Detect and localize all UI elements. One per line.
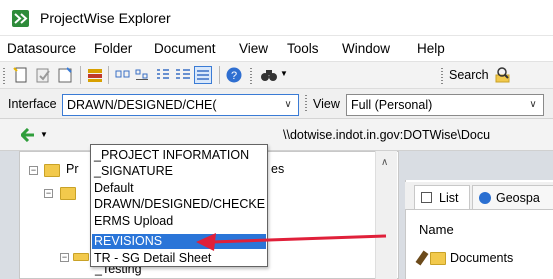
toolbar-separator xyxy=(219,66,220,84)
large-icons-icon[interactable] xyxy=(114,66,132,84)
interface-select-value: DRAWN/DESIGNED/CHE( xyxy=(67,98,217,112)
svg-text:?: ? xyxy=(231,70,237,82)
interface-dropdown-list: _PROJECT INFORMATION _SIGNATURE Default … xyxy=(90,144,268,267)
tree-expander[interactable]: − xyxy=(44,189,53,198)
help-icon[interactable]: ? xyxy=(225,66,243,84)
details-view-icon[interactable] xyxy=(194,66,212,84)
dropdown-option-selected[interactable]: REVISIONS xyxy=(92,234,266,250)
scroll-up-icon[interactable]: ∧ xyxy=(381,157,388,168)
folder-icon xyxy=(430,252,446,265)
back-arrow-icon[interactable] xyxy=(19,127,35,143)
toolbar-grip[interactable] xyxy=(441,68,443,86)
datasource-icon xyxy=(44,164,60,177)
main-toolbar: ? ▼ Search xyxy=(0,62,553,89)
search-label[interactable]: Search xyxy=(449,68,489,82)
globe-icon xyxy=(479,192,491,204)
list-icon xyxy=(421,192,432,203)
tiles-view-icon[interactable] xyxy=(174,66,192,84)
chevron-down-icon[interactable]: ∨ xyxy=(280,97,296,113)
menu-datasource[interactable]: Datasource xyxy=(7,41,76,56)
menu-tools[interactable]: Tools xyxy=(287,41,319,56)
tab-list-label: List xyxy=(439,191,459,205)
dropdown-option[interactable]: _SIGNATURE xyxy=(92,164,266,179)
new-document-icon[interactable] xyxy=(12,66,30,84)
tree-expander[interactable]: − xyxy=(60,253,69,262)
menu-help[interactable]: Help xyxy=(417,41,445,56)
search-folder-icon[interactable] xyxy=(494,66,512,84)
toolbar-grip[interactable] xyxy=(3,68,5,86)
tab-geospatial[interactable]: Geospa xyxy=(472,185,553,209)
view-select-value: Full (Personal) xyxy=(351,98,433,112)
view-tabs: List Geospa xyxy=(405,182,553,210)
list-view-icon[interactable] xyxy=(154,66,172,84)
chevron-down-icon[interactable]: ∨ xyxy=(525,97,541,113)
interface-label: Interface xyxy=(8,97,57,111)
interface-select[interactable]: DRAWN/DESIGNED/CHE( ∨ xyxy=(62,94,299,116)
check-in-icon[interactable] xyxy=(34,66,52,84)
toolbar-grip[interactable] xyxy=(250,68,252,86)
tab-geospatial-label: Geospa xyxy=(496,191,540,205)
tab-list[interactable]: List xyxy=(414,185,470,209)
dropdown-option[interactable]: Default xyxy=(92,181,266,196)
projectwise-logo-icon xyxy=(12,10,29,27)
menu-window[interactable]: Window xyxy=(342,41,390,56)
menu-bar: Datasource Folder Document View Tools Wi… xyxy=(0,36,553,62)
menu-folder[interactable]: Folder xyxy=(94,41,132,56)
document-row-label[interactable]: Documents xyxy=(450,251,513,265)
view-label: View xyxy=(313,97,340,111)
tree-root-label[interactable]: Pr xyxy=(66,162,79,176)
interface-toolbar: Interface DRAWN/DESIGNED/CHE( ∨ View Ful… xyxy=(0,89,553,119)
menu-document[interactable]: Document xyxy=(154,41,216,56)
toolbar-grip[interactable] xyxy=(305,95,307,113)
tree-scrollbar[interactable]: ∧ xyxy=(375,151,397,279)
chevron-down-icon[interactable]: ▼ xyxy=(40,130,48,139)
toolbar-separator xyxy=(80,66,81,84)
chevron-down-icon[interactable]: ▼ xyxy=(280,69,288,78)
title-bar: ProjectWise Explorer xyxy=(0,0,553,36)
column-header-name[interactable]: Name xyxy=(419,222,454,237)
tree-item-label[interactable]: es xyxy=(271,162,284,176)
stacked-docs-icon[interactable] xyxy=(86,66,104,84)
menu-view[interactable]: View xyxy=(239,41,268,56)
dropdown-option[interactable]: TR - SG Detail Sheet xyxy=(92,251,266,266)
folder-icon xyxy=(73,253,89,261)
dropdown-option[interactable]: ERMS Upload xyxy=(92,214,266,229)
dropdown-option[interactable]: _PROJECT INFORMATION xyxy=(92,148,266,163)
view-select[interactable]: Full (Personal) ∨ xyxy=(346,94,544,116)
dropdown-option[interactable]: DRAWN/DESIGNED/CHECKEI xyxy=(92,197,266,212)
folder-icon xyxy=(60,187,76,200)
window-title: ProjectWise Explorer xyxy=(40,10,171,26)
pencil-icon xyxy=(415,250,429,266)
small-icons-icon[interactable] xyxy=(134,66,152,84)
address-path[interactable]: \\dotwise.indot.in.gov:DOTWise\Docu xyxy=(283,128,490,142)
binoculars-icon[interactable] xyxy=(260,66,278,84)
properties-icon[interactable] xyxy=(56,66,74,84)
tree-expander[interactable]: − xyxy=(29,166,38,175)
toolbar-separator xyxy=(108,66,109,84)
address-bar: ▼ \\dotwise.indot.in.gov:DOTWise\Docu xyxy=(0,119,553,151)
